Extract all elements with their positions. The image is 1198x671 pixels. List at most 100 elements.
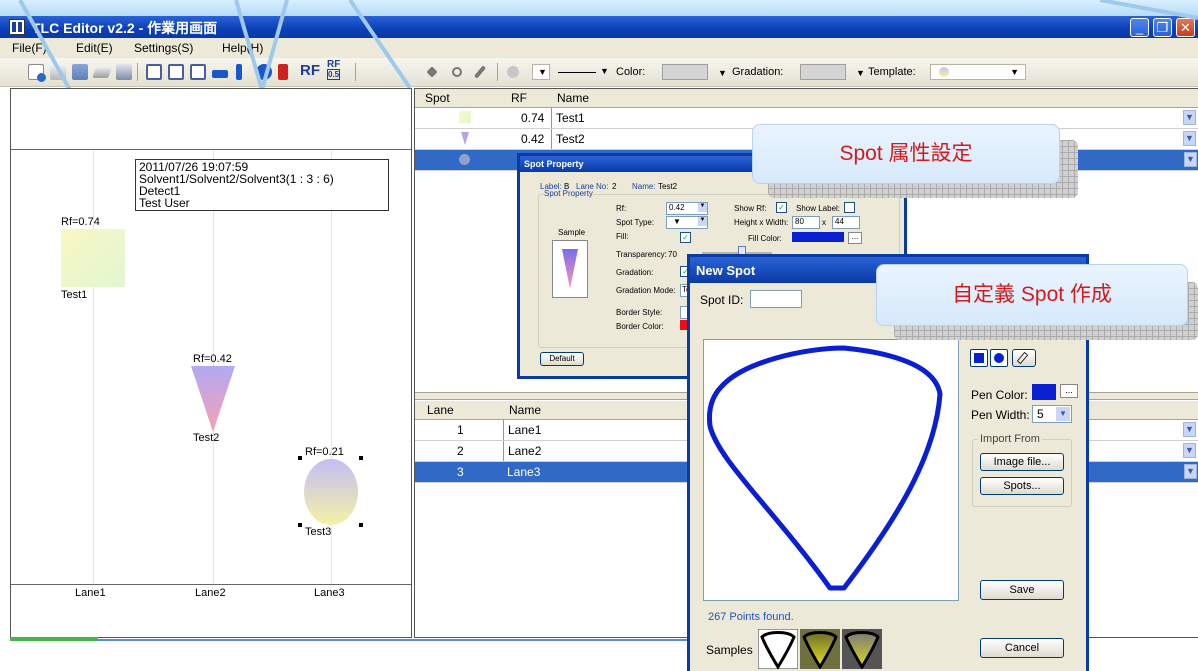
plate-info-box[interactable]: 2011/07/26 19:07:59 Solvent1/Solvent2/So…: [135, 159, 389, 211]
plate-top-line: [11, 149, 411, 150]
samples-label: Samples: [706, 643, 753, 657]
height-dropdown[interactable]: 80: [792, 216, 820, 229]
chevron-down-icon[interactable]: ▼: [856, 68, 865, 78]
spot-name-cell: Test1: [556, 111, 585, 125]
chevron-down-icon: ▼: [698, 217, 707, 226]
pen-color-label: Pen Color:: [971, 388, 1028, 402]
spots-button[interactable]: Spots...: [980, 477, 1064, 495]
show-rf-checkbox[interactable]: ✓: [776, 202, 787, 213]
lane-name-cell: Lane3: [507, 465, 541, 479]
chevron-down-icon: ▼: [600, 66, 609, 76]
line-style-sample: [558, 72, 596, 73]
gradation-swatch[interactable]: [800, 64, 846, 80]
minimize-button[interactable]: _: [1130, 18, 1149, 37]
template-spot-icon: [939, 67, 949, 77]
spot-preview-icon: [459, 111, 471, 123]
lane-number-cell: 1: [457, 423, 464, 437]
rf-caption: Rf:: [616, 204, 627, 213]
gradation-mode-caption: Gradation Mode:: [616, 286, 676, 295]
show-label-checkbox[interactable]: [844, 202, 855, 213]
image-file-button[interactable]: Image file...: [980, 453, 1064, 471]
spot-id-label: Spot ID:: [700, 293, 744, 307]
sample-spot-white[interactable]: [758, 629, 798, 669]
default-button[interactable]: Default: [540, 352, 584, 366]
laneno-value: 2: [612, 182, 617, 191]
import-from-group: [972, 439, 1072, 507]
status-strip: [10, 637, 98, 641]
fill-checkbox[interactable]: ✓: [680, 232, 691, 243]
chevron-down-icon[interactable]: ▼: [1183, 110, 1196, 125]
decorative-arrows: [18, 0, 412, 90]
chevron-down-icon[interactable]: ▼: [1184, 464, 1197, 479]
lane-name-cell: Lane2: [508, 444, 542, 458]
cancel-button[interactable]: Cancel: [980, 638, 1064, 658]
pen-color-swatch[interactable]: [1032, 384, 1056, 400]
dialog-title: Spot Property: [524, 159, 584, 169]
spot-test1[interactable]: [61, 229, 125, 287]
eraser-button[interactable]: [1012, 349, 1036, 367]
line-style-dropdown[interactable]: ▼: [598, 64, 612, 80]
resize-handle[interactable]: [298, 523, 302, 527]
drawn-spot-outline: [707, 345, 943, 591]
column-lane[interactable]: Lane: [427, 403, 454, 417]
toolbar-separator: [497, 63, 498, 81]
points-found-status: 267 Points found.: [708, 611, 794, 623]
lane-label: Lane3: [314, 587, 345, 599]
pen-color-more-button[interactable]: ...: [1060, 384, 1078, 398]
pen-width-label: Pen Width:: [971, 408, 1030, 422]
square-pen-button[interactable]: [970, 349, 988, 367]
lane-label: Lane2: [195, 587, 226, 599]
column-name[interactable]: Name: [557, 91, 589, 105]
eraser-icon: [1016, 351, 1029, 365]
sample-preview: [552, 240, 588, 298]
chevron-down-icon: ▼: [698, 203, 707, 212]
column-spot[interactable]: Spot: [425, 91, 450, 105]
spot-type-dropdown[interactable]: ▼ ▼: [666, 216, 708, 229]
pen-width-dropdown[interactable]: 5 ▼: [1032, 405, 1072, 423]
chevron-down-icon[interactable]: ▼: [1183, 422, 1196, 437]
chevron-down-icon[interactable]: ▼: [1184, 152, 1197, 167]
column-name[interactable]: Name: [509, 403, 541, 417]
color-swatch[interactable]: [662, 64, 708, 80]
close-button[interactable]: ✕: [1176, 18, 1195, 37]
triangle-icon: ▼: [673, 217, 681, 226]
chevron-down-icon[interactable]: ▼: [718, 68, 727, 78]
spot-test2[interactable]: [191, 366, 235, 432]
spot-name-label: Test3: [305, 526, 332, 538]
pen-icon[interactable]: [473, 65, 487, 79]
save-button[interactable]: Save: [980, 580, 1064, 600]
spot-test3[interactable]: [304, 459, 358, 525]
spot-rf-label: Rf=0.42: [193, 353, 232, 365]
sample-caption: Sample: [558, 228, 586, 237]
template-dropdown[interactable]: ▼: [930, 64, 1026, 80]
plate-bottom-line: [11, 584, 411, 585]
lane-number-cell: 2: [457, 444, 464, 458]
shape-dropdown[interactable]: ▼: [532, 64, 550, 80]
circle-pen-button[interactable]: [990, 349, 1008, 367]
chevron-down-icon: ▼: [1010, 67, 1019, 77]
resize-handle[interactable]: [359, 456, 363, 460]
spot-rf-cell: 0.42: [521, 132, 545, 146]
sample-spot-dark-yellow[interactable]: [842, 629, 882, 669]
chevron-down-icon[interactable]: ▼: [1183, 443, 1196, 458]
spot-table-header: Spot RF Name: [415, 89, 1198, 108]
shape-circle-icon[interactable]: [507, 66, 519, 78]
resize-handle[interactable]: [298, 456, 302, 460]
rf-dropdown[interactable]: 0.42 ▼: [666, 202, 708, 215]
fill-caption: Fill:: [616, 232, 629, 241]
width-dropdown[interactable]: 44: [832, 216, 860, 229]
fill-color-more-button[interactable]: ...: [848, 232, 862, 244]
column-rf[interactable]: RF: [511, 91, 527, 105]
sample-spot-yellow[interactable]: [800, 629, 840, 669]
drawing-canvas[interactable]: [703, 339, 959, 601]
fill-color-swatch[interactable]: [792, 232, 844, 242]
restore-button[interactable]: ❐: [1153, 18, 1172, 37]
spot-id-input[interactable]: [750, 290, 802, 308]
chevron-down-icon[interactable]: ▼: [1183, 131, 1196, 146]
spot-preview-icon: [461, 132, 469, 145]
template-label: Template:: [868, 66, 916, 78]
resize-handle[interactable]: [359, 523, 363, 527]
spot-rf-label: Rf=0.21: [305, 446, 344, 458]
callout-new-spot: 自定義 Spot 作成: [876, 264, 1188, 326]
gradation-caption: Gradation:: [616, 268, 654, 277]
